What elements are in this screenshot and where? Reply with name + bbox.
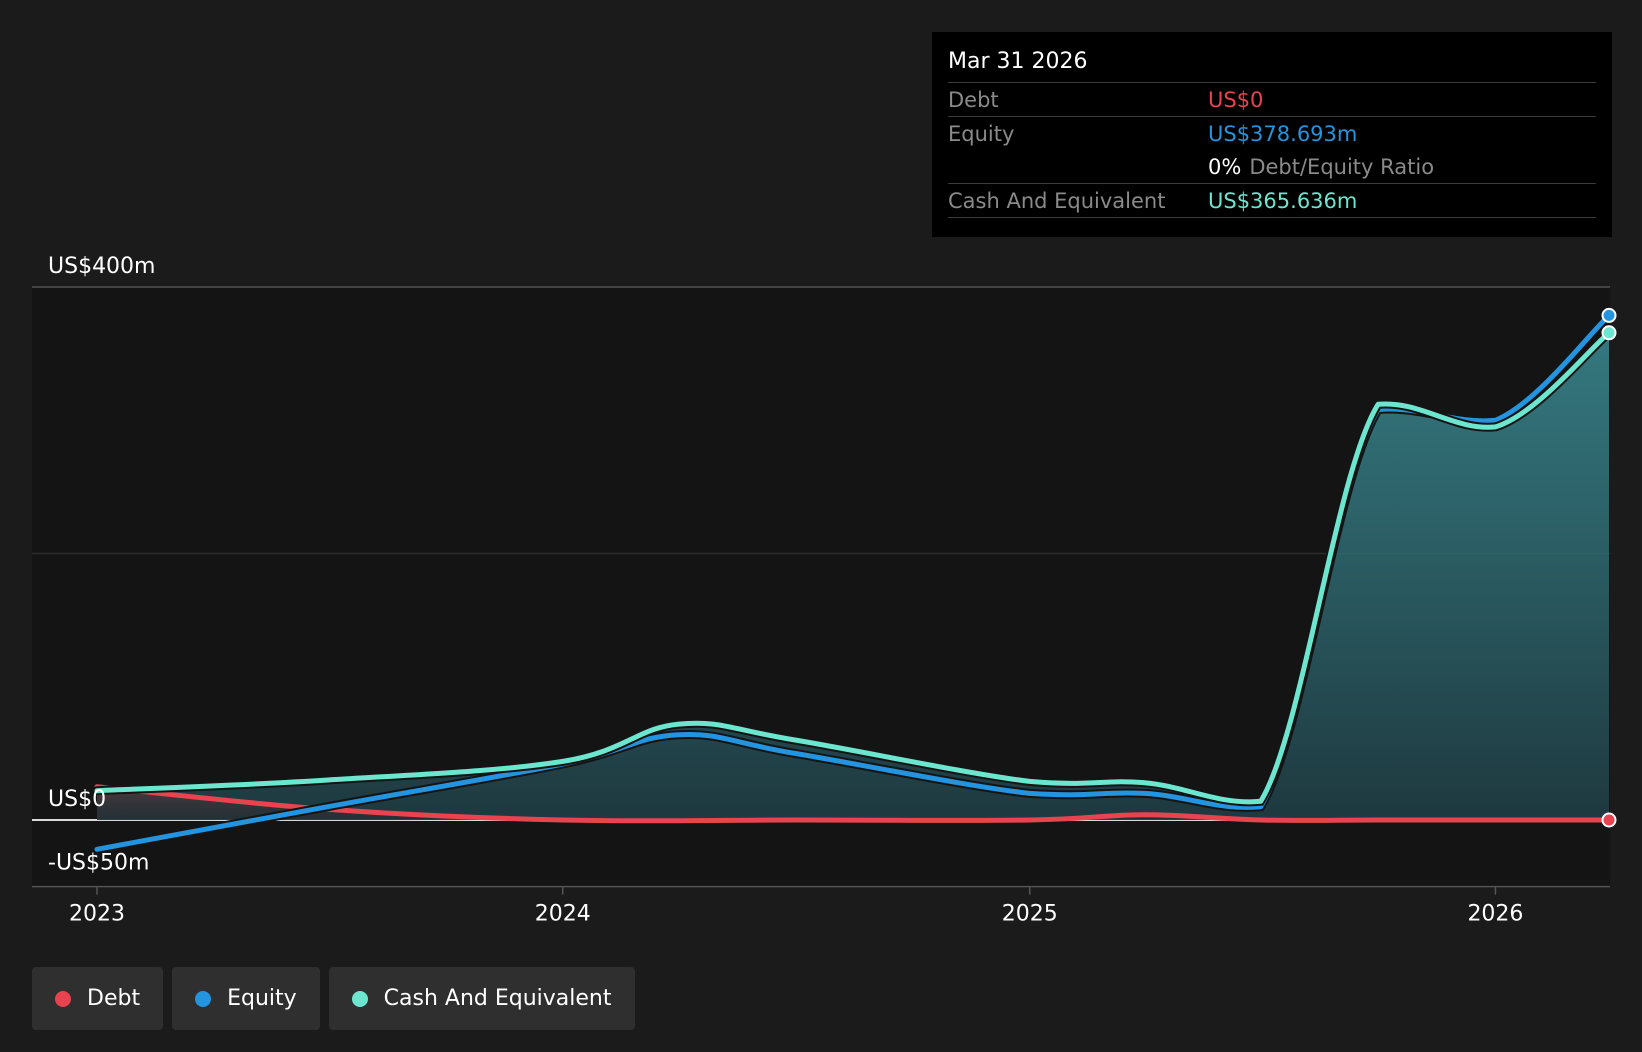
- cash-dot-icon: [351, 990, 368, 1007]
- end-point-cash-and-equivalent: [1601, 325, 1617, 341]
- legend-item-equity[interactable]: Equity: [172, 967, 320, 1030]
- tooltip-cash-label: Cash And Equivalent: [948, 188, 1166, 213]
- tooltip-row-cash: Cash And Equivalent US$365.636m: [948, 183, 1596, 218]
- tooltip-ratio-label: Debt/Equity Ratio: [1249, 154, 1435, 179]
- legend-item-debt[interactable]: Debt: [32, 967, 164, 1030]
- tooltip-cash-value: US$365.636m: [1208, 188, 1358, 213]
- y-tick-label: US$0: [48, 787, 106, 812]
- y-tick-label: US$400m: [48, 254, 156, 279]
- tooltip-debt-value: US$0: [1208, 87, 1264, 112]
- equity-dot-icon: [195, 990, 212, 1007]
- legend-label-cash: Cash And Equivalent: [383, 986, 612, 1011]
- x-tick-label: 2023: [69, 902, 125, 927]
- tooltip-date: Mar 31 2026: [948, 49, 1088, 74]
- legend-item-cash[interactable]: Cash And Equivalent: [328, 967, 635, 1030]
- tooltip-row-ratio: 0% Debt/Equity Ratio: [948, 150, 1596, 183]
- end-point-equity: [1601, 307, 1617, 323]
- legend-label-equity: Equity: [227, 986, 297, 1011]
- tooltip-row-equity: Equity US$378.693m: [948, 116, 1596, 150]
- tooltip-debt-label: Debt: [948, 87, 999, 112]
- x-tick-label: 2024: [535, 902, 591, 927]
- tooltip-equity-label: Equity: [948, 121, 1015, 146]
- debt-dot-icon: [55, 990, 71, 1007]
- tooltip-ratio-value: 0%: [1208, 154, 1242, 179]
- legend-label-debt: Debt: [87, 986, 141, 1011]
- x-tick-label: 2025: [1002, 902, 1058, 927]
- y-tick-label: -US$50m: [48, 851, 149, 876]
- end-point-debt: [1601, 812, 1617, 828]
- legend: Debt Equity Cash And Equivalent: [32, 967, 635, 1030]
- tooltip-row-debt: Debt US$0: [948, 82, 1596, 116]
- tooltip-equity-value: US$378.693m: [1208, 121, 1358, 146]
- x-tick-label: 2026: [1467, 902, 1523, 927]
- tooltip: Mar 31 2026 Debt US$0 Equity US$378.693m…: [932, 32, 1612, 237]
- x-axis-labels: 2023 2024 2025 2026: [69, 886, 1523, 927]
